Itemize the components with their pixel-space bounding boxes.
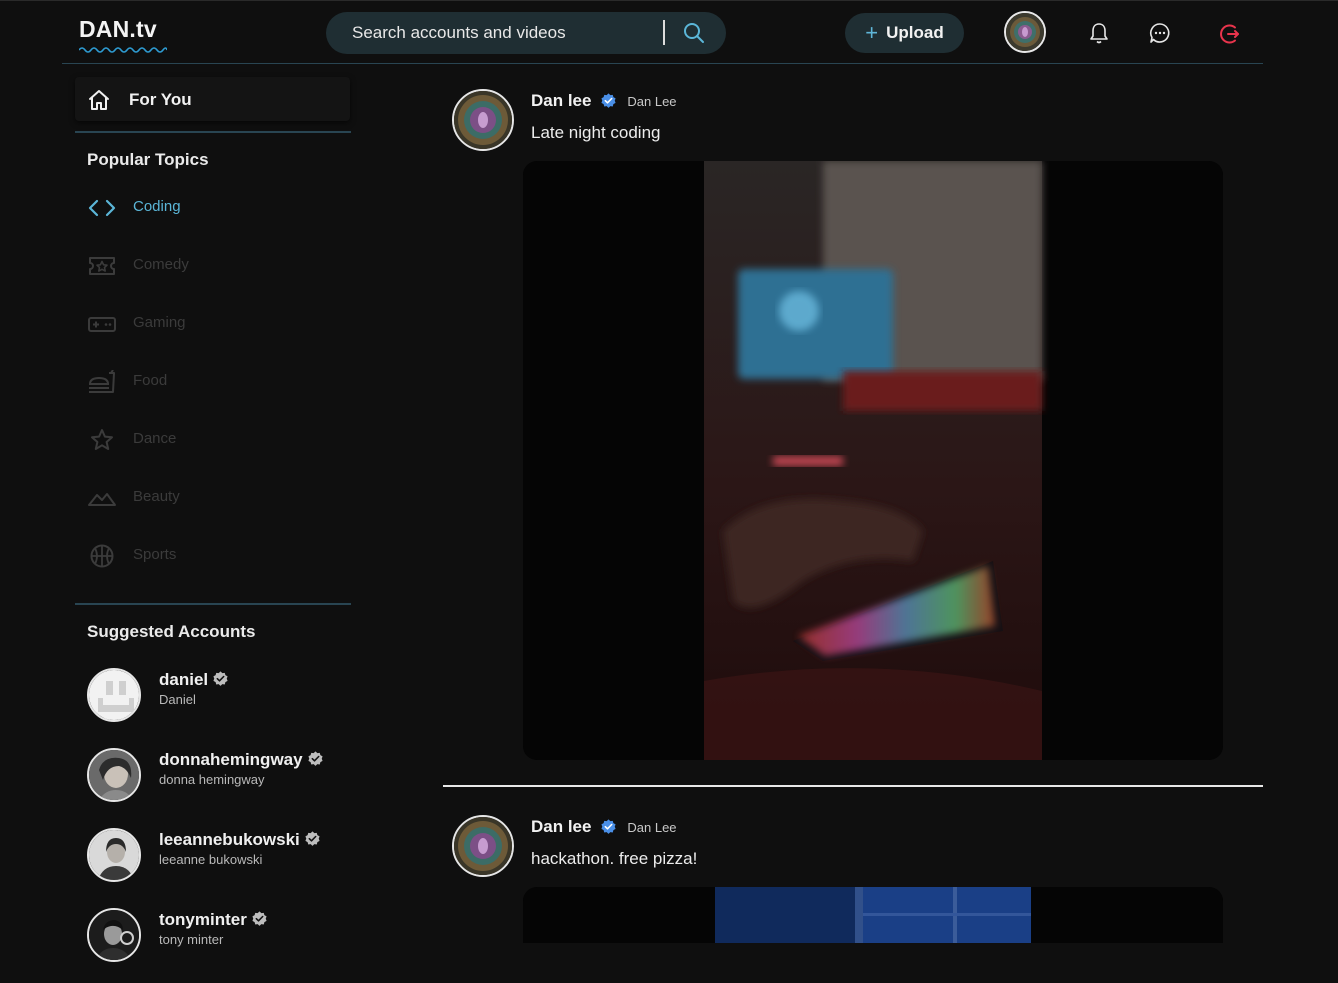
topic-label: Beauty	[133, 488, 180, 505]
account-username: donnahemingway	[159, 750, 324, 770]
topic-dance[interactable]: Dance	[87, 426, 337, 454]
post-video[interactable]	[523, 161, 1223, 760]
logo[interactable]: DAN.tv	[79, 16, 157, 43]
account-username: daniel	[159, 670, 229, 690]
topic-label: Coding	[133, 198, 181, 215]
for-you-label: For You	[129, 90, 192, 109]
logo-underline-wave	[79, 47, 167, 53]
sidebar-divider	[75, 131, 351, 133]
topic-label: Food	[133, 372, 168, 389]
avatar	[87, 828, 141, 882]
suggested-account[interactable]: donnahemingway donna hemingway	[87, 748, 357, 806]
topic-label: Sports	[133, 546, 177, 563]
verified-badge-icon	[252, 911, 267, 926]
top-border	[0, 0, 1338, 1]
video-thumbnail	[523, 161, 1223, 760]
topic-food[interactable]: Food	[87, 368, 337, 396]
post-author-handle: Dan Lee	[627, 94, 677, 109]
avatar	[87, 668, 141, 722]
account-display-name: Daniel	[159, 692, 196, 707]
basketball-icon	[90, 544, 114, 568]
post-caption: hackathon. free pizza!	[531, 849, 698, 868]
search-divider	[663, 20, 665, 45]
chat-icon[interactable]	[1148, 21, 1172, 45]
suggested-account[interactable]: tonyminter tony minter	[87, 908, 357, 966]
popular-topics-title: Popular Topics	[87, 150, 209, 169]
upload-label: Upload	[886, 23, 944, 42]
post-author-name[interactable]: Dan lee	[531, 91, 591, 110]
suggested-account[interactable]: leeannebukowski leeanne bukowski	[87, 828, 357, 886]
verified-badge-icon	[305, 831, 320, 846]
suggested-accounts-title: Suggested Accounts	[87, 622, 256, 641]
gamepad-icon	[88, 317, 116, 332]
sidebar-divider	[75, 603, 351, 605]
verified-badge-icon	[601, 93, 616, 108]
post-video[interactable]	[523, 887, 1223, 943]
account-username: leeannebukowski	[159, 830, 321, 850]
topic-comedy[interactable]: Comedy	[87, 252, 337, 280]
fastfood-icon	[89, 370, 115, 393]
post-author-name[interactable]: Dan lee	[531, 817, 591, 836]
avatar	[87, 908, 141, 962]
post-header: Dan lee Dan Lee	[531, 817, 677, 837]
bell-icon[interactable]	[1087, 21, 1111, 45]
account-username: tonyminter	[159, 910, 268, 930]
topic-label: Gaming	[133, 314, 186, 331]
plus-icon: +	[865, 20, 879, 45]
suggested-account[interactable]: daniel Daniel	[87, 668, 357, 726]
star-icon	[91, 429, 113, 450]
code-icon	[88, 199, 116, 217]
topic-coding[interactable]: Coding	[87, 194, 337, 222]
verified-badge-icon	[307, 751, 323, 766]
avatar-image	[1006, 13, 1044, 51]
post-caption: Late night coding	[531, 123, 661, 142]
post-author-handle: Dan Lee	[627, 820, 677, 835]
avatar	[87, 748, 141, 802]
topic-beauty[interactable]: Beauty	[87, 484, 337, 512]
ticket-star-icon	[89, 257, 115, 275]
home-icon	[89, 90, 109, 110]
topic-label: Dance	[133, 430, 177, 447]
account-display-name: tony minter	[159, 932, 224, 947]
profile-avatar[interactable]	[1004, 11, 1046, 53]
account-display-name: leeanne bukowski	[159, 852, 263, 867]
post-author-avatar[interactable]	[452, 89, 514, 151]
search-icon[interactable]	[682, 21, 706, 45]
post-header: Dan lee Dan Lee	[531, 91, 677, 111]
post-author-avatar[interactable]	[452, 815, 514, 877]
account-display-name: donna hemingway	[159, 772, 265, 787]
feed-divider	[443, 785, 1263, 787]
header-divider	[62, 63, 1263, 64]
topic-sports[interactable]: Sports	[87, 542, 337, 570]
search-input[interactable]	[352, 12, 652, 54]
for-you-nav-item[interactable]: For You	[75, 77, 350, 121]
topic-gaming[interactable]: Gaming	[87, 310, 337, 338]
verified-badge-icon	[601, 819, 616, 834]
mountain-icon	[88, 493, 116, 506]
upload-button[interactable]: + Upload	[845, 13, 964, 53]
verified-badge-icon	[213, 671, 228, 686]
topic-label: Comedy	[133, 256, 189, 273]
search-bar	[326, 12, 726, 54]
logout-icon[interactable]	[1216, 21, 1242, 47]
video-thumbnail	[523, 887, 1223, 943]
